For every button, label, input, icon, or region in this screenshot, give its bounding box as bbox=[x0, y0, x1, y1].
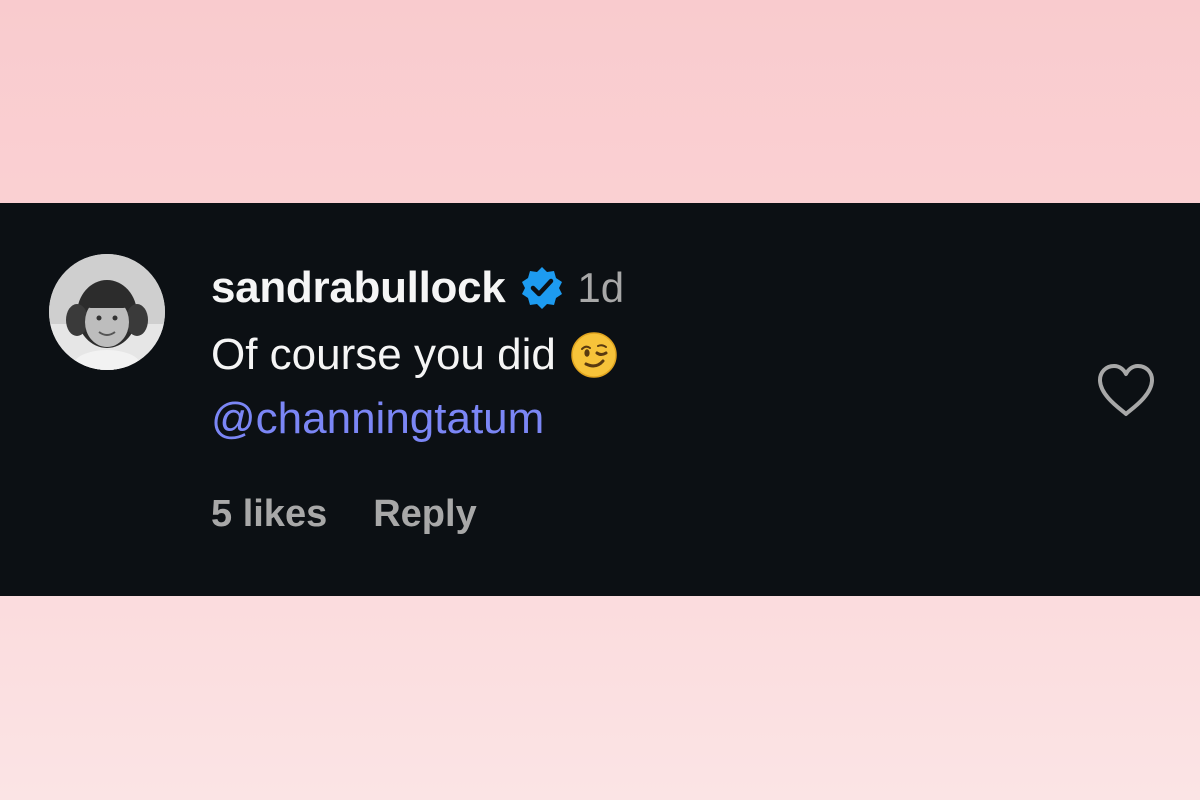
comment-header: sandrabullock 1d bbox=[211, 262, 624, 314]
username[interactable]: sandrabullock bbox=[211, 263, 506, 313]
avatar-image bbox=[49, 254, 165, 370]
heart-outline-icon[interactable] bbox=[1096, 362, 1156, 418]
comment-text: Of course you did bbox=[211, 330, 556, 379]
likes-count[interactable]: 5 likes bbox=[211, 493, 327, 536]
comment-actions: 5 likes Reply bbox=[211, 490, 477, 538]
mention-link[interactable]: @channingtatum bbox=[211, 392, 544, 446]
avatar[interactable] bbox=[49, 254, 165, 370]
reply-button[interactable]: Reply bbox=[373, 493, 476, 536]
comment-body: Of course you did bbox=[211, 328, 618, 382]
winking-face-emoji-icon bbox=[570, 331, 618, 379]
timestamp: 1d bbox=[577, 264, 625, 311]
verified-badge-icon bbox=[519, 265, 565, 311]
